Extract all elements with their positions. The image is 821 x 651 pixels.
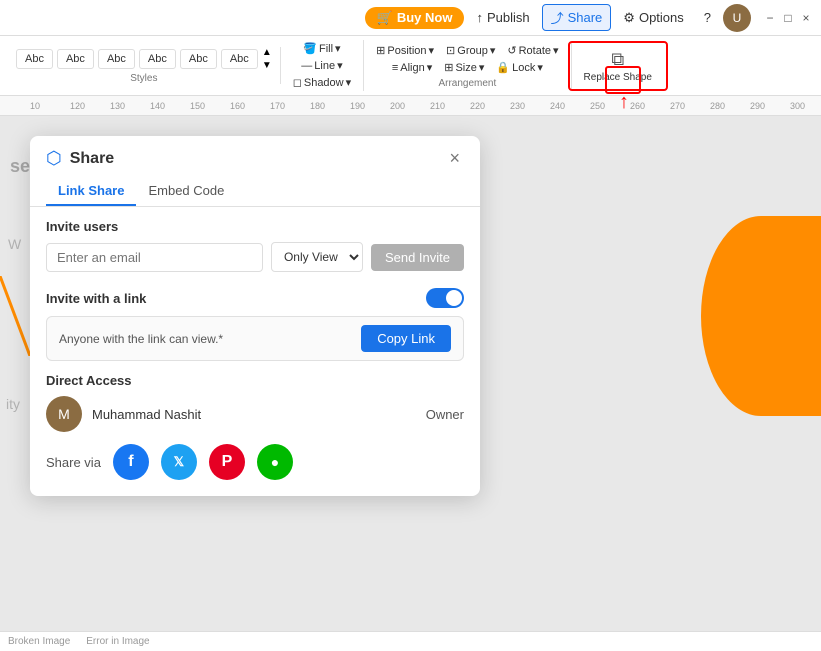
facebook-icon: f: [128, 453, 133, 471]
facebook-button[interactable]: f: [113, 444, 149, 480]
email-input[interactable]: [46, 243, 263, 272]
ruler: 10 120 130 140 150 160 170 180 190 200 2…: [0, 96, 821, 116]
pinterest-icon: P: [222, 453, 233, 471]
publish-icon: ↑: [476, 10, 483, 25]
position-button[interactable]: ⊞ Position ▾: [372, 42, 438, 59]
pinterest-button[interactable]: P: [209, 444, 245, 480]
share-via-label: Share via: [46, 455, 101, 470]
share-via-section: Share via f 𝕏 P ●: [30, 444, 480, 480]
lock-button[interactable]: 🔒 Lock ▾: [492, 59, 546, 76]
group-button[interactable]: ⊡ Group ▾: [442, 42, 499, 59]
twitter-icon: 𝕏: [174, 454, 184, 470]
replace-shape-label: Replace Shape: [584, 72, 652, 83]
dialog-header: ⬡ Share ×: [30, 136, 480, 169]
style-abc-3[interactable]: Abc: [98, 49, 135, 69]
dialog-title: Share: [70, 150, 114, 168]
share-button[interactable]: ⤴ Share: [542, 4, 612, 31]
style-abc-4[interactable]: Abc: [139, 49, 176, 69]
top-bar: 🛒 Buy Now ↑ Publish ⤴ Share ⚙ Options ? …: [0, 0, 821, 36]
user-name: Muhammad Nashit: [92, 407, 416, 422]
permission-select[interactable]: Only View: [271, 242, 363, 272]
publish-button[interactable]: ↑ Publish: [468, 7, 537, 28]
copy-link-button[interactable]: Copy Link: [361, 325, 451, 352]
gear-icon: ⚙: [623, 10, 635, 26]
twitter-button[interactable]: 𝕏: [161, 444, 197, 480]
share-dialog: ⬡ Share × Link Share Embed Code Invite u…: [30, 136, 480, 496]
tab-link-share[interactable]: Link Share: [46, 177, 136, 206]
invite-row: Only View Send Invite: [30, 242, 480, 272]
align-button[interactable]: ≡ Align ▾: [388, 59, 436, 76]
style-abc-2[interactable]: Abc: [57, 49, 94, 69]
dialog-close-button[interactable]: ×: [445, 148, 464, 169]
styles-section: Abc Abc Abc Abc Abc Abc ▲ ▼ Styles: [8, 47, 281, 84]
main-area: sequ W ity ⬡ Share × Link Share: [0, 116, 821, 631]
status-broken: Broken Image: [8, 636, 70, 647]
status-error: Error in Image: [86, 636, 149, 647]
invite-link-header: Invite with a link: [46, 288, 464, 308]
arrangement-section: ⊞ Position ▾ ⊡ Group ▾ ↺ Rotate ▾ ≡ Alig…: [364, 42, 571, 89]
dialog-title-row: ⬡ Share: [46, 148, 114, 169]
maximize-button[interactable]: □: [781, 11, 795, 25]
style-abc-5[interactable]: Abc: [180, 49, 217, 69]
style-abc-1[interactable]: Abc: [16, 49, 53, 69]
invite-link-toggle[interactable]: [426, 288, 464, 308]
styles-label: Styles: [130, 73, 157, 84]
link-text: Anyone with the link can view.*: [59, 332, 353, 346]
direct-access-section: Direct Access M Muhammad Nashit Owner: [30, 373, 480, 432]
fill-button[interactable]: 🪣 Fill ▾: [299, 40, 344, 57]
replace-icon: ⧉: [611, 49, 624, 70]
line-icon: ●: [271, 454, 279, 470]
minimize-button[interactable]: −: [763, 11, 777, 25]
user-row: M Muhammad Nashit Owner: [46, 396, 464, 432]
status-bar: Broken Image Error in Image: [0, 631, 821, 651]
line-icon: —: [301, 60, 312, 72]
shadow-button[interactable]: ◻ Shadow ▾: [289, 74, 355, 91]
shadow-icon: ◻: [293, 76, 302, 89]
cart-icon: 🛒: [377, 10, 393, 26]
help-button[interactable]: ?: [696, 7, 719, 28]
user-avatar: M: [46, 396, 82, 432]
close-window-button[interactable]: ×: [799, 11, 813, 25]
buy-now-button[interactable]: 🛒 Buy Now: [365, 7, 465, 29]
share-icon: ⤴: [551, 8, 564, 27]
send-invite-button[interactable]: Send Invite: [371, 244, 464, 271]
fill-icon: 🪣: [303, 42, 317, 55]
window-controls: − □ ×: [763, 11, 813, 25]
dialog-overlay: ⬡ Share × Link Share Embed Code Invite u…: [0, 116, 821, 631]
scroll-up-btn[interactable]: ▲: [262, 47, 272, 58]
style-abc-6[interactable]: Abc: [221, 49, 258, 69]
link-box: Anyone with the link can view.* Copy Lin…: [46, 316, 464, 361]
user-role: Owner: [426, 407, 464, 422]
tab-embed-code[interactable]: Embed Code: [136, 177, 236, 206]
invite-link-section: Invite with a link Anyone with the link …: [30, 288, 480, 361]
share-dialog-icon: ⬡: [46, 148, 62, 169]
avatar[interactable]: U: [723, 4, 751, 32]
arrangement-label: Arrangement: [438, 78, 496, 89]
size-button[interactable]: ⊞ Size ▾: [440, 59, 488, 76]
fill-section: 🪣 Fill ▾ — Line ▾ ◻ Shadow ▾: [281, 40, 364, 91]
toolbar: Abc Abc Abc Abc Abc Abc ▲ ▼ Styles 🪣 Fil…: [0, 36, 821, 96]
invite-users-label: Invite users: [30, 219, 480, 234]
scroll-down-btn[interactable]: ▼: [262, 60, 272, 71]
direct-access-label: Direct Access: [46, 373, 464, 388]
replace-section: ⧉ Replace Shape: [572, 45, 664, 87]
invite-link-label: Invite with a link: [46, 291, 146, 306]
options-button[interactable]: ⚙ Options: [615, 7, 691, 29]
dialog-tabs: Link Share Embed Code: [30, 169, 480, 207]
line-button[interactable]: — Line ▾: [297, 57, 346, 74]
rotate-button[interactable]: ↺ Rotate ▾: [503, 42, 562, 59]
line-social-button[interactable]: ●: [257, 444, 293, 480]
toggle-knob: [446, 290, 462, 306]
